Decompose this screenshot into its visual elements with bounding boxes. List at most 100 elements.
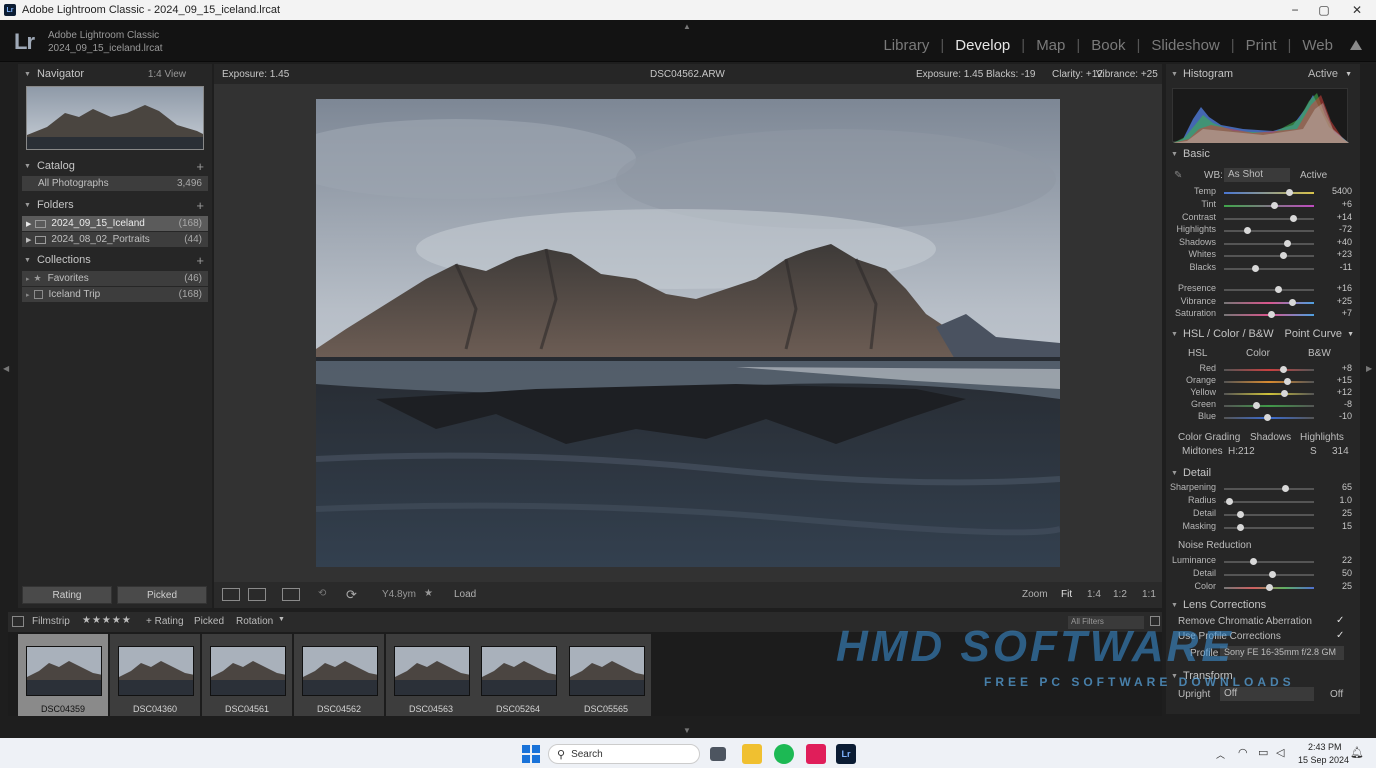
slider-value[interactable]: +25	[1337, 296, 1352, 306]
zoom-fit[interactable]: Fit	[1061, 589, 1072, 600]
slider-track[interactable]	[1224, 584, 1314, 591]
catalog-header[interactable]: ▼ Catalog +	[18, 158, 212, 174]
slider-knob[interactable]	[1268, 571, 1276, 578]
slider-track[interactable]	[1224, 240, 1314, 247]
load-label[interactable]: Load	[454, 589, 476, 600]
slider-color[interactable]: Color 25	[1166, 581, 1360, 593]
right-panel-toggle-icon[interactable]: ▶	[1366, 364, 1372, 373]
windows-start-icon[interactable]	[522, 745, 540, 763]
slider-knob[interactable]	[1252, 402, 1260, 409]
slider-value[interactable]: 15	[1342, 521, 1352, 531]
slider-value[interactable]: +8	[1342, 363, 1352, 373]
slider-knob[interactable]	[1237, 511, 1245, 518]
slider-value[interactable]: -72	[1339, 224, 1352, 234]
slider-green[interactable]: Green -8	[1166, 399, 1360, 411]
slack-icon[interactable]	[806, 744, 826, 764]
upright-dropdown[interactable]: Off	[1220, 687, 1314, 701]
slider-blacks[interactable]: Blacks -11	[1166, 262, 1360, 274]
expand-triangle-icon[interactable]: ▸	[26, 275, 30, 283]
add-icon[interactable]: +	[196, 198, 204, 213]
filmbar-picked[interactable]: Picked	[194, 616, 224, 627]
slider-radius[interactable]: Radius 1.0	[1166, 495, 1360, 507]
slider-value[interactable]: 5400	[1332, 186, 1352, 196]
tab-hsl[interactable]: HSL	[1188, 348, 1207, 359]
slider-track[interactable]	[1224, 485, 1314, 492]
slider-track[interactable]	[1224, 378, 1314, 385]
slider-track[interactable]	[1224, 511, 1314, 518]
use-profile-checkbox[interactable]: ✓	[1336, 630, 1344, 641]
compare-view-icon[interactable]	[248, 588, 266, 601]
slider-value[interactable]: -8	[1344, 399, 1352, 409]
slider-masking[interactable]: Masking 15	[1166, 521, 1360, 533]
slider-value[interactable]: 65	[1342, 482, 1352, 492]
expand-triangle-icon[interactable]: ▸	[26, 291, 30, 299]
slider-value[interactable]: +6	[1342, 199, 1352, 209]
slider-value[interactable]: 1.0	[1339, 495, 1352, 505]
slider-value[interactable]: +16	[1337, 283, 1352, 293]
filmstrip-thumbnail[interactable]: DSC04561	[202, 634, 292, 716]
filmbar-rating[interactable]: + Rating	[146, 616, 184, 627]
tab-color-grading[interactable]: Color Grading	[1178, 432, 1240, 443]
filmstrip-thumbnail[interactable]: DSC04563	[386, 634, 476, 716]
remove-ca-checkbox[interactable]: ✓	[1336, 615, 1344, 626]
dropdown-icon[interactable]: ▼	[278, 616, 285, 623]
module-map[interactable]: Map	[1025, 37, 1076, 54]
slider-knob[interactable]	[1251, 265, 1259, 272]
slider-value[interactable]: +40	[1337, 237, 1352, 247]
slider-highlights[interactable]: Highlights -72	[1166, 224, 1360, 236]
expand-triangle-icon[interactable]: ▶	[26, 220, 31, 228]
collapse-top-icon[interactable]	[1350, 40, 1362, 50]
zoom-1-2[interactable]: 1:2	[1113, 589, 1127, 600]
file-explorer-icon[interactable]	[742, 744, 762, 764]
slider-knob[interactable]	[1244, 227, 1252, 234]
slider-knob[interactable]	[1264, 414, 1272, 421]
slider-track[interactable]	[1224, 215, 1314, 222]
maximize-button[interactable]: ▢	[1307, 0, 1341, 20]
filmstrip-thumbnail[interactable]: DSC04360	[110, 634, 200, 716]
tab-shadows[interactable]: Shadows	[1250, 432, 1291, 443]
slider-knob[interactable]	[1290, 215, 1298, 222]
left-panel-toggle-icon[interactable]: ◀	[3, 364, 9, 373]
slider-knob[interactable]	[1266, 584, 1273, 591]
slider-knob[interactable]	[1280, 252, 1288, 259]
module-slideshow[interactable]: Slideshow	[1140, 37, 1230, 54]
clock-time[interactable]: 2:43 PM	[1308, 742, 1342, 752]
expand-triangle-icon[interactable]: ▶	[26, 236, 31, 244]
slider-knob[interactable]	[1280, 366, 1288, 373]
rotate-icon[interactable]: ⟲	[318, 588, 326, 599]
slider-value[interactable]: +23	[1337, 249, 1352, 259]
collections-header[interactable]: ▼ Collections +	[18, 252, 212, 268]
folder-item[interactable]: ▶ 2024_09_15_Iceland (168)	[22, 216, 208, 231]
filmstrip-thumbnail[interactable]: DSC05264	[473, 634, 563, 716]
slider-track[interactable]	[1224, 414, 1314, 421]
basic-header[interactable]: ▼ Basic	[1166, 146, 1360, 162]
task-view-icon[interactable]	[710, 747, 726, 761]
add-icon[interactable]: +	[196, 159, 204, 174]
filmstrip-thumbnail[interactable]: DSC04359	[18, 634, 108, 716]
slider-track[interactable]	[1224, 189, 1314, 196]
slider-detail[interactable]: Detail 50	[1166, 568, 1360, 580]
refresh-icon[interactable]: ⟳	[346, 587, 357, 603]
notification-bell-icon[interactable]: 🔔︎	[1350, 746, 1364, 759]
navigator-preview[interactable]	[26, 86, 204, 150]
wifi-icon[interactable]: ◠	[1238, 746, 1248, 759]
slider-track[interactable]	[1224, 498, 1314, 505]
lens-header[interactable]: ▼ Lens Corrections	[1166, 597, 1360, 613]
slider-tint[interactable]: Tint +6	[1166, 199, 1360, 211]
collection-item[interactable]: ▸ Iceland Trip (168)	[22, 287, 208, 302]
filmstrip-thumbnail[interactable]: DSC05565	[561, 634, 651, 716]
spotify-icon[interactable]	[774, 744, 794, 764]
battery-icon[interactable]: ▭	[1258, 746, 1268, 759]
slider-knob[interactable]	[1271, 202, 1279, 209]
slider-value[interactable]: 25	[1342, 581, 1352, 591]
slider-track[interactable]	[1224, 402, 1314, 409]
main-photo[interactable]	[316, 99, 1060, 567]
eyedropper-icon[interactable]: ✎	[1174, 170, 1182, 181]
slider-knob[interactable]	[1267, 311, 1275, 318]
catalog-item[interactable]: All Photographs 3,496	[22, 176, 208, 191]
slider-luminance[interactable]: Luminance 22	[1166, 555, 1360, 567]
top-panel-toggle-icon[interactable]: ▲	[683, 22, 691, 31]
folder-item[interactable]: ▶ 2024_08_02_Portraits (44)	[22, 232, 208, 247]
wb-mode[interactable]: Active	[1300, 170, 1327, 181]
profile-dropdown[interactable]: Sony FE 16-35mm f/2.8 GM	[1220, 646, 1344, 660]
